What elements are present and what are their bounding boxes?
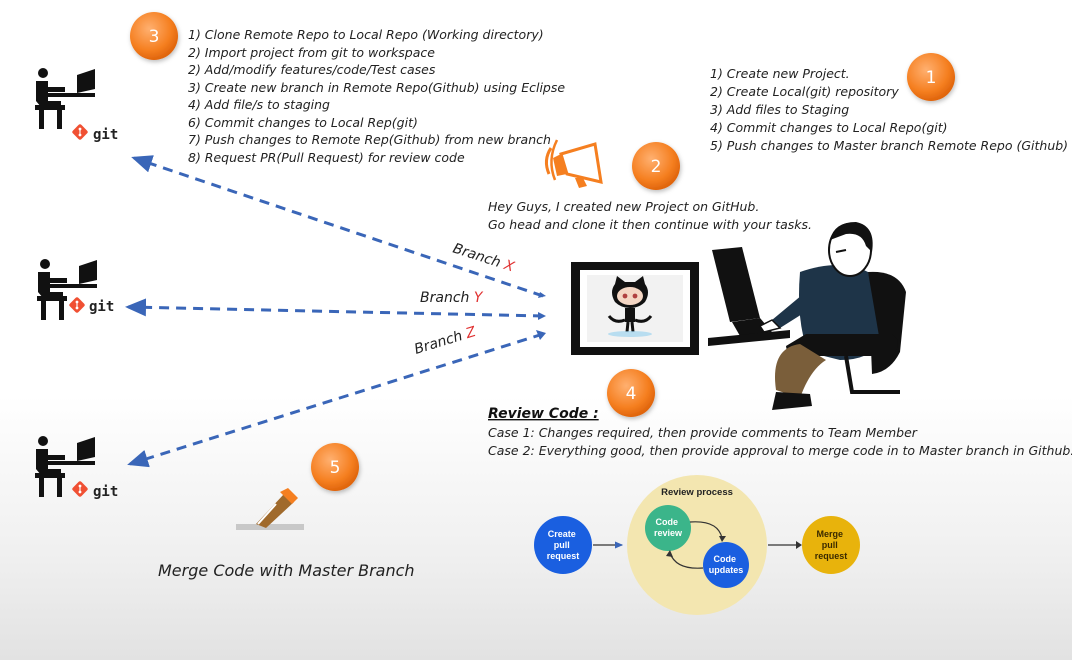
git-label: git [93,127,118,143]
review-case: Case 2: Everything good, then provide ap… [488,443,1072,458]
git-logo-icon [70,122,90,142]
developer-3: git [35,436,118,500]
git-workflow-diagram: git git git 1) Clone Remote Repo to Loca… [35,12,1072,615]
step3-item: 4) Add file/s to staging [188,97,330,112]
developer-icon [35,68,95,129]
badge-number: 5 [330,458,341,478]
step-badge-4: 4 [607,369,655,417]
step1-item: 1) Create new Project. [710,66,850,81]
branch-letter: Y [474,290,484,306]
branch-letter: X [501,257,516,276]
developer-icon [37,259,97,320]
step-badge-1: 1 [907,53,955,101]
review-code-title: Review Code : [488,406,599,422]
branch-letter: Z [463,324,478,343]
step3-list: 1) Clone Remote Repo to Local Repo (Work… [188,27,565,165]
review-process-title: Review process [661,487,733,498]
badge-number: 1 [926,68,937,88]
announcement-line: Go head and clone it then continue with … [488,217,812,232]
step3-item: 8) Request PR(Pull Request) for review c… [188,150,465,165]
step1-item: 4) Commit changes to Local Repo(git) [710,120,948,135]
review-case: Case 1: Changes required, then provide c… [488,425,918,440]
review-process-diagram: Review process Create pull request Code … [534,475,860,615]
step1-item: 5) Push changes to Master branch Remote … [710,138,1068,153]
megaphone-icon [544,139,603,188]
badge-number: 4 [626,384,637,404]
step-badge-3: 3 [130,12,178,60]
step3-item: 2) Import project from git to workspace [188,45,435,60]
git-label: git [89,299,114,315]
step1-item: 3) Add files to Staging [710,102,849,117]
branch-y-label: Branch Y [420,290,484,306]
code-updates-label: Code updates [709,554,744,575]
branch-x-label: Branch X [451,241,517,276]
branch-z-label: Branch Z [412,324,478,358]
arrow-branch-y [125,298,544,318]
step3-item: 3) Create new branch in Remote Repo(Gith… [188,80,565,95]
git-logo-icon [70,479,90,499]
github-monitor [571,262,699,355]
lead-developer-illustration [708,222,906,410]
step3-item: 7) Push changes to Remote Rep(Github) fr… [188,132,551,147]
step3-item: 1) Clone Remote Repo to Local Repo (Work… [188,27,544,42]
announcement-text: Hey Guys, I created new Project on GitHu… [488,199,812,232]
git-logo-icon [67,295,87,315]
step-badge-2: 2 [632,142,680,190]
step-badge-5: 5 [311,443,359,491]
step1-item: 2) Create Local(git) repository [710,84,899,99]
review-code-section: Review Code : Case 1: Changes required, … [488,406,1072,458]
announcement-line: Hey Guys, I created new Project on GitHu… [488,199,759,214]
developer-2: git [37,259,114,320]
code-review-label: Code review [654,517,683,538]
developer-1: git [35,68,118,143]
step3-item: 6) Commit changes to Local Rep(git) [188,115,418,130]
branch-arrows [125,155,546,468]
step1-list: 1) Create new Project. 2) Create Local(g… [710,66,1068,153]
badge-number: 2 [651,157,662,177]
badge-number: 3 [149,27,160,47]
step3-item: 2) Add/modify features/code/Test cases [188,62,436,77]
merge-code-title: Merge Code with Master Branch [158,561,415,580]
merge-icon [236,488,304,530]
git-label: git [93,484,118,500]
